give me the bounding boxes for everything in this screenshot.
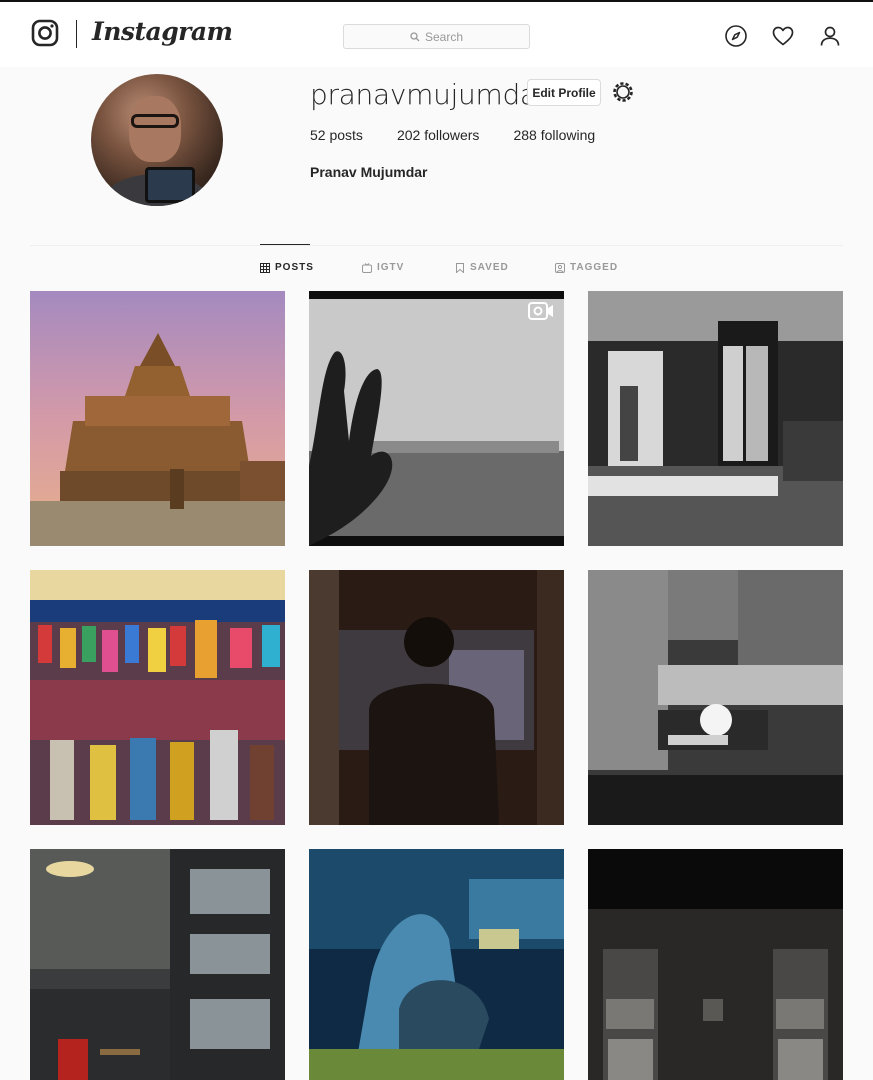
post-tile-cafe[interactable]	[30, 849, 285, 1080]
tab-igtv[interactable]: IGTV	[362, 262, 404, 273]
bookmark-icon	[456, 262, 464, 273]
top-nav: Instagram Search	[0, 0, 873, 67]
logo-divider	[76, 20, 77, 48]
post-tile-painting[interactable]	[309, 849, 564, 1080]
post-tile-shop[interactable]	[588, 291, 843, 546]
edit-profile-button[interactable]: Edit Profile	[527, 79, 601, 106]
tag-icon	[555, 262, 565, 273]
instagram-glyph-icon[interactable]	[31, 19, 59, 47]
tabs-divider	[30, 245, 843, 246]
activity-heart-icon[interactable]	[771, 24, 795, 48]
profile-stats: 52 posts 202 followers 288 following	[310, 127, 595, 143]
search-icon	[410, 31, 420, 41]
post-tile-hand-sea[interactable]	[309, 291, 564, 546]
explore-compass-icon[interactable]	[724, 24, 748, 48]
tv-icon	[362, 262, 372, 273]
post-tile-lights[interactable]	[588, 570, 843, 825]
post-tile-temple[interactable]	[30, 291, 285, 546]
tab-posts[interactable]: POSTS	[260, 262, 314, 273]
post-tile-bus[interactable]	[309, 570, 564, 825]
followers-count[interactable]: 202 followers	[397, 127, 480, 143]
tab-tagged[interactable]: TAGGED	[555, 262, 618, 273]
active-tab-indicator	[260, 244, 310, 245]
post-tile-lanterns[interactable]	[30, 570, 285, 825]
tab-saved[interactable]: SAVED	[455, 262, 509, 273]
profile-avatar[interactable]	[91, 74, 223, 206]
following-count[interactable]: 288 following	[513, 127, 595, 143]
profile-username: pranavmujumdar	[310, 78, 548, 111]
instagram-wordmark[interactable]: Instagram	[92, 17, 233, 46]
posts-count: 52 posts	[310, 127, 363, 143]
profile-user-icon[interactable]	[818, 24, 842, 48]
search-input[interactable]: Search	[343, 24, 530, 49]
grid-icon	[260, 262, 270, 273]
video-post-icon	[528, 302, 553, 320]
profile-full-name: Pranav Mujumdar	[310, 164, 428, 180]
settings-gear-icon[interactable]	[611, 80, 635, 104]
post-tile-doors[interactable]	[588, 849, 843, 1080]
search-placeholder: Search	[424, 29, 464, 44]
